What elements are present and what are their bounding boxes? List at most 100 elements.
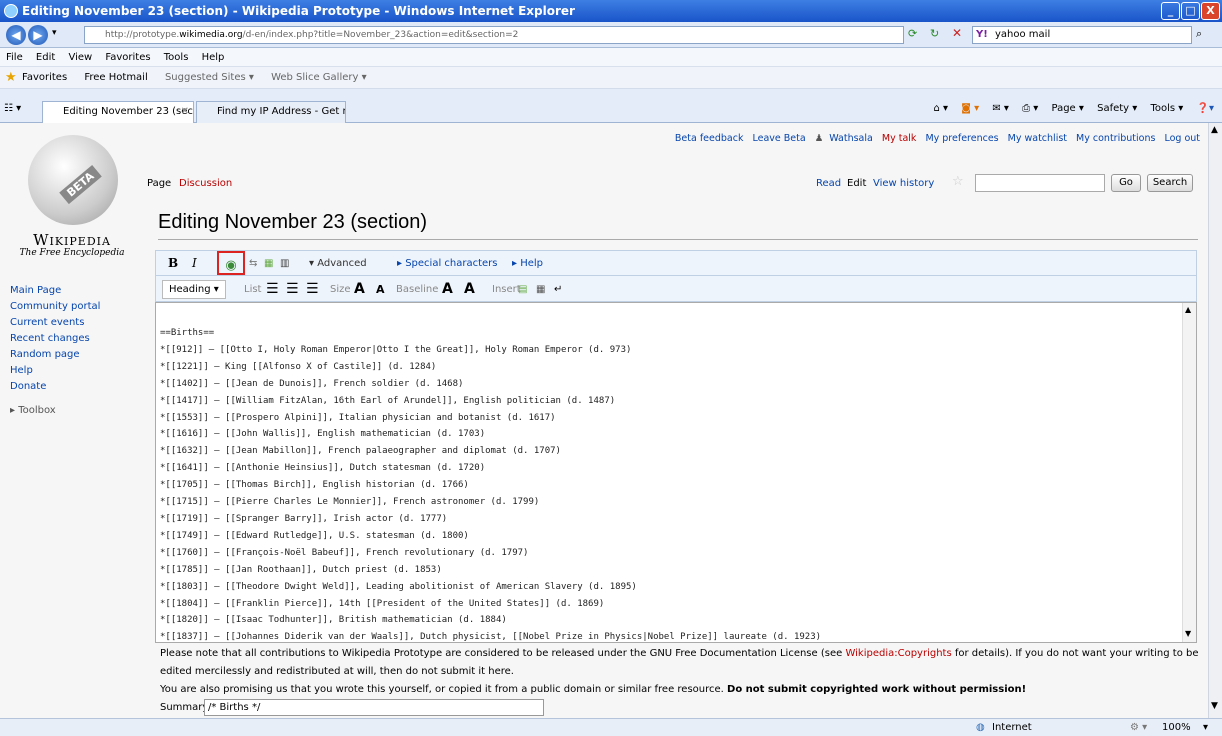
edit-textarea[interactable]: ==Births== *[[912]] – [[Otto I, Holy Roma…	[155, 302, 1197, 643]
ie-icon	[4, 4, 18, 18]
tab-close-icon[interactable]: ✕	[181, 102, 189, 122]
favorites-bar: ★ Favorites Free Hotmail Suggested Sites…	[0, 67, 1222, 89]
table-icon[interactable]: ▦	[536, 277, 545, 302]
favorites-button[interactable]: Favorites	[22, 72, 67, 83]
go-button[interactable]: Go	[1111, 174, 1141, 192]
page-menu[interactable]: Page ▾	[1052, 103, 1084, 114]
print-icon[interactable]: ⎙ ▾	[1022, 103, 1038, 114]
zoom-level[interactable]: 100%	[1162, 719, 1191, 736]
minimize-button[interactable]: _	[1161, 2, 1180, 20]
help-icon[interactable]: ❓▾	[1197, 103, 1214, 114]
sidebar-item-random-page[interactable]: Random page	[10, 347, 140, 363]
maximize-button[interactable]: □	[1181, 2, 1200, 20]
italic-button[interactable]: I	[192, 251, 197, 276]
wiki-search-input[interactable]	[975, 174, 1105, 192]
tab-page[interactable]: Page	[147, 178, 171, 189]
editor-scroll-down-icon[interactable]: ▼	[1185, 629, 1191, 638]
size-small-button[interactable]: A	[376, 277, 385, 302]
menu-view[interactable]: View	[68, 52, 92, 63]
bullet-list-icon[interactable]: ☰	[266, 277, 279, 302]
tab-active[interactable]: Editing November 23 (sec... ✕	[42, 101, 194, 123]
back-button[interactable]: ◀	[6, 25, 26, 45]
gallery-icon[interactable]: ▤	[518, 277, 527, 302]
sidebar-item-main-page[interactable]: Main Page	[10, 283, 140, 299]
mail-icon[interactable]: ✉ ▾	[992, 103, 1009, 114]
preferences-link[interactable]: My preferences	[925, 133, 998, 144]
suggested-sites-link[interactable]: Suggested Sites ▾	[165, 72, 254, 83]
sidebar-item-recent-changes[interactable]: Recent changes	[10, 331, 140, 347]
home-icon[interactable]: ⌂ ▾	[934, 103, 949, 114]
advanced-menu[interactable]: ▾ Advanced	[309, 251, 367, 276]
history-dropdown-icon[interactable]: ▾	[52, 28, 57, 38]
tools-menu[interactable]: Tools ▾	[1150, 103, 1183, 114]
sidebar-item-help[interactable]: Help	[10, 363, 140, 379]
tab-ip-address[interactable]: Find my IP Address - Get my ...	[196, 101, 346, 123]
newline-icon[interactable]: ↵	[554, 277, 562, 302]
editor-scroll-up-icon[interactable]: ▲	[1185, 305, 1191, 314]
scroll-down-icon[interactable]: ▼	[1211, 701, 1218, 711]
sidebar-item-donate[interactable]: Donate	[10, 379, 140, 395]
menu-favorites[interactable]: Favorites	[105, 52, 150, 63]
beta-feedback-link[interactable]: Beta feedback	[675, 133, 744, 144]
copyrights-link[interactable]: Wikipedia:Copyrights	[845, 648, 951, 659]
user-link[interactable]: Wathsala	[829, 133, 873, 144]
sidebar-toolbox[interactable]: ▸ Toolbox	[10, 403, 140, 419]
numbered-list-icon[interactable]: ☰	[286, 277, 299, 302]
reference-icon[interactable]: ▥	[280, 251, 289, 276]
bold-button[interactable]: B	[168, 251, 178, 276]
address-bar[interactable]: http://prototype.wikimedia.org/d-en/inde…	[84, 26, 904, 44]
logout-link[interactable]: Log out	[1164, 133, 1200, 144]
superscript-button[interactable]: A	[442, 277, 453, 302]
leave-beta-link[interactable]: Leave Beta	[753, 133, 806, 144]
quick-tabs-icon[interactable]: ☷ ▾	[4, 103, 21, 114]
refresh-icon[interactable]: ↻	[930, 27, 939, 40]
baseline-label: Baseline	[396, 284, 439, 295]
wiki-logo[interactable]: BETA	[14, 135, 130, 245]
menu-edit[interactable]: Edit	[36, 52, 55, 63]
search-box[interactable]: Y! yahoo mail	[972, 26, 1192, 44]
size-big-button[interactable]: A	[354, 277, 365, 302]
free-hotmail-link[interactable]: Free Hotmail	[84, 72, 147, 83]
zoom-dropdown-icon[interactable]: ▾	[1203, 719, 1208, 736]
indent-icon[interactable]: ☰	[306, 277, 319, 302]
window-title-bar: Editing November 23 (section) - Wikipedi…	[0, 0, 1222, 22]
editor-scrollbar[interactable]: ▲ ▼	[1182, 303, 1196, 642]
tab-read[interactable]: Read	[816, 178, 841, 189]
scroll-up-icon[interactable]: ▲	[1211, 125, 1218, 135]
safety-menu[interactable]: Safety ▾	[1097, 103, 1137, 114]
sidebar-item-community-portal[interactable]: Community portal	[10, 299, 140, 315]
close-window-button[interactable]: X	[1201, 2, 1220, 20]
contributions-link[interactable]: My contributions	[1076, 133, 1155, 144]
tab-view-history[interactable]: View history	[873, 178, 934, 189]
special-characters-menu[interactable]: ▸ Special characters	[397, 251, 498, 276]
toolbar-help-menu[interactable]: ▸ Help	[512, 251, 543, 276]
subscript-button[interactable]: A	[464, 277, 475, 302]
tab-edit[interactable]: Edit	[847, 178, 866, 189]
summary-input[interactable]: /* Births */	[204, 699, 544, 716]
menu-tools[interactable]: Tools	[164, 52, 189, 63]
search-go-icon[interactable]: ⌕	[1196, 27, 1202, 41]
stop-icon[interactable]: ✕	[952, 26, 962, 40]
feeds-icon[interactable]: ◙ ▾	[961, 103, 979, 114]
embedded-file-icon[interactable]: ▦	[264, 251, 273, 276]
tab-discussion[interactable]: Discussion	[179, 178, 232, 189]
search-button[interactable]: Search	[1147, 174, 1193, 192]
watch-star-icon[interactable]: ☆	[952, 174, 964, 189]
url-domain: wikimedia.org	[179, 30, 243, 40]
watchlist-link[interactable]: My watchlist	[1008, 133, 1067, 144]
user-icon: ♟	[814, 133, 824, 144]
sidebar-item-current-events[interactable]: Current events	[10, 315, 140, 331]
web-slice-gallery-link[interactable]: Web Slice Gallery ▾	[271, 72, 367, 83]
external-link-globe-icon[interactable]: ◉	[217, 251, 245, 275]
menu-help[interactable]: Help	[202, 52, 225, 63]
wikitext-line: *[[1616]] – [[John Wallis]], English mat…	[160, 429, 486, 440]
page-scrollbar[interactable]: ▲ ▼	[1208, 123, 1222, 718]
heading-dropdown[interactable]: Heading ▾	[162, 280, 226, 299]
menu-file[interactable]: File	[6, 52, 23, 63]
mytalk-link[interactable]: My talk	[882, 133, 917, 144]
protected-mode-icon[interactable]: ⚙ ▾	[1130, 719, 1147, 736]
forward-button[interactable]: ▶	[28, 25, 48, 45]
nowiki-icon[interactable]: ⇆	[249, 251, 257, 276]
compatibility-icon[interactable]: ⟳	[908, 27, 917, 40]
url-suffix: /d-en/index.php?title=November_23&action…	[242, 30, 519, 40]
